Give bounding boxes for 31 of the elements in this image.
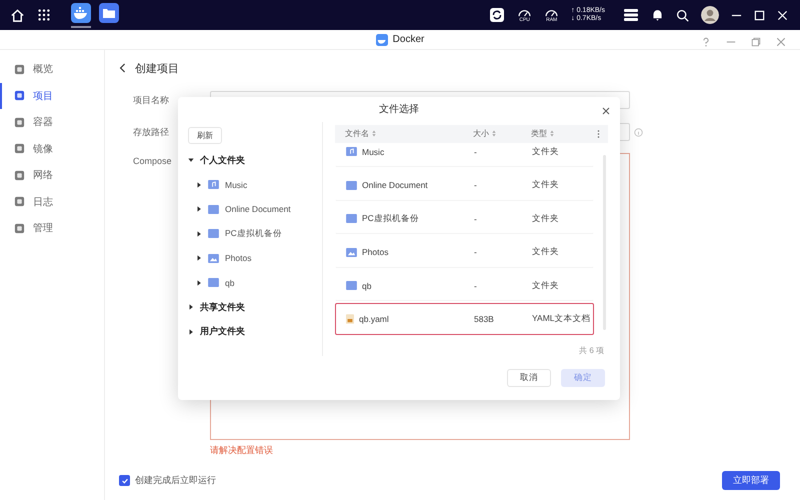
file-name: Online Document — [362, 180, 428, 190]
file-type: 文件夹 — [532, 246, 559, 258]
field-label: 存放路径 — [133, 126, 169, 138]
file-size: - — [474, 280, 478, 291]
file-name: PC虚拟机备份 — [362, 212, 419, 225]
file-size: - — [474, 180, 478, 190]
tree-label: Music — [225, 180, 248, 190]
item-count: 共 6 项 — [578, 344, 605, 356]
file-type: 文件夹 — [532, 280, 559, 292]
error-message: 请解决配置错误 — [210, 444, 274, 457]
tree-label: Photos — [225, 253, 252, 264]
file-name: qb.yaml — [359, 314, 389, 324]
page-title: 创建项目 — [135, 62, 179, 76]
file-type: 文件夹 — [532, 146, 559, 158]
field-label: Compose — [133, 156, 172, 166]
tree-label: PC虚拟机备份 — [225, 228, 282, 240]
file-type: 文件夹 — [532, 179, 559, 192]
field-label: 项目名称 — [133, 94, 169, 106]
window-title: Docker — [392, 34, 424, 45]
file-name: Music — [362, 146, 384, 157]
file-size: - — [474, 214, 478, 224]
file-type: YAML文本文档 — [532, 313, 591, 326]
file-size: - — [474, 146, 478, 157]
tree-label: Online Document — [225, 204, 291, 214]
file-size: - — [474, 247, 478, 258]
file-name: Photos — [362, 247, 388, 258]
file-name: qb — [362, 280, 372, 291]
file-size: 583B — [474, 314, 495, 324]
file-type: 文件夹 — [532, 212, 559, 225]
tree-label: qb — [225, 278, 234, 288]
dialog-title: 文件选择 — [379, 102, 419, 116]
